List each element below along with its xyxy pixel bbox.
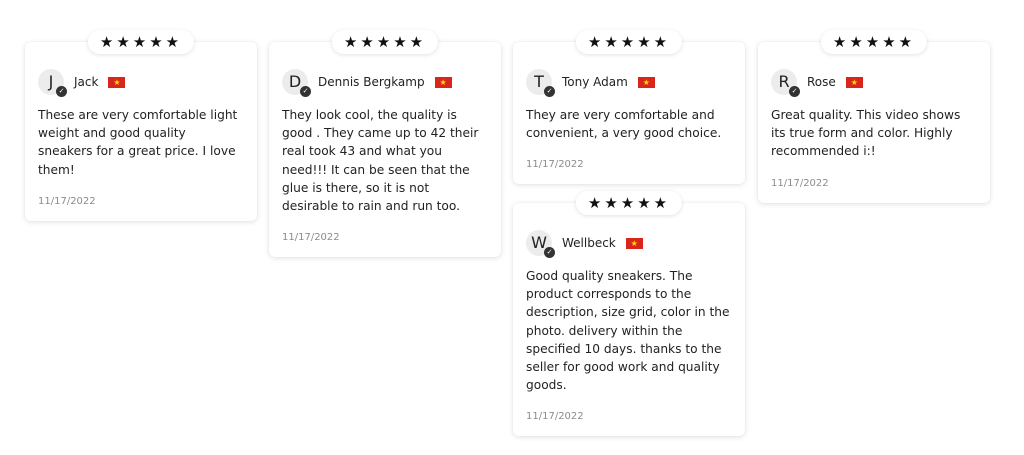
- vietnam-flag-icon: ★: [108, 76, 126, 88]
- review-card: ★★★★★ T ✓ Tony Adam ★ They are very comf…: [513, 30, 745, 185]
- review-card: ★★★★★ W ✓ Wellbeck ★ Good quality sneake…: [513, 191, 745, 437]
- review-date: 11/17/2022: [771, 177, 829, 189]
- review-header: J ✓ Jack ★: [38, 68, 244, 97]
- star-rating: ★★★★★: [820, 30, 928, 54]
- vietnam-flag-icon: ★: [637, 76, 655, 88]
- check-circle-icon: ✓: [789, 86, 800, 97]
- review-date: 11/17/2022: [526, 159, 584, 171]
- avatar: R ✓: [771, 69, 800, 97]
- avatar: W ✓: [526, 230, 555, 258]
- avatar: J ✓: [38, 69, 67, 97]
- star-rating: ★★★★★: [331, 30, 439, 54]
- star-rating: ★★★★★: [87, 30, 195, 54]
- star-rating: ★★★★★: [575, 30, 683, 54]
- vietnam-flag-icon: ★: [845, 76, 863, 88]
- vietnam-flag-icon: ★: [434, 76, 452, 88]
- check-circle-icon: ✓: [300, 86, 311, 97]
- review-card: ★★★★★ D ✓ Dennis Bergkamp ★ They look co…: [269, 30, 501, 258]
- avatar-initial: R: [778, 72, 790, 91]
- check-circle-icon: ✓: [544, 247, 555, 258]
- avatar: T ✓: [526, 69, 555, 97]
- check-circle-icon: ✓: [544, 86, 555, 97]
- review-text: They are very comfortable and convenient…: [526, 108, 722, 141]
- review-card: ★★★★★ J ✓ Jack ★ These are very comforta…: [25, 30, 257, 221]
- reviewer-name: Wellbeck: [562, 236, 616, 250]
- avatar: D ✓: [282, 69, 311, 97]
- reviewer-name: Dennis Bergkamp: [318, 75, 425, 89]
- review-date: 11/17/2022: [38, 195, 96, 207]
- review-date: 11/17/2022: [282, 232, 340, 244]
- review-header: T ✓ Tony Adam ★: [526, 68, 732, 97]
- review-text: Great quality. This video shows its true…: [771, 108, 961, 159]
- reviewer-name: Tony Adam: [562, 75, 628, 89]
- reviewer-name: Jack: [74, 75, 99, 89]
- review-header: R ✓ Rose ★: [771, 68, 977, 97]
- review-card: ★★★★★ R ✓ Rose ★ Great quality. This vid…: [758, 30, 990, 203]
- check-circle-icon: ✓: [56, 86, 67, 97]
- star-rating: ★★★★★: [575, 191, 683, 215]
- avatar-initial: D: [288, 72, 302, 91]
- review-header: D ✓ Dennis Bergkamp ★: [282, 68, 488, 97]
- review-text: They look cool, the quality is good . Th…: [282, 108, 479, 214]
- avatar-initial: T: [534, 72, 544, 91]
- review-date: 11/17/2022: [526, 411, 584, 423]
- review-text: Good quality sneakers. The product corre…: [526, 269, 730, 393]
- review-text: These are very comfortable light weight …: [38, 108, 238, 177]
- vietnam-flag-icon: ★: [625, 237, 643, 249]
- reviewer-name: Rose: [807, 75, 836, 89]
- review-header: W ✓ Wellbeck ★: [526, 229, 732, 258]
- avatar-initial: J: [48, 72, 54, 91]
